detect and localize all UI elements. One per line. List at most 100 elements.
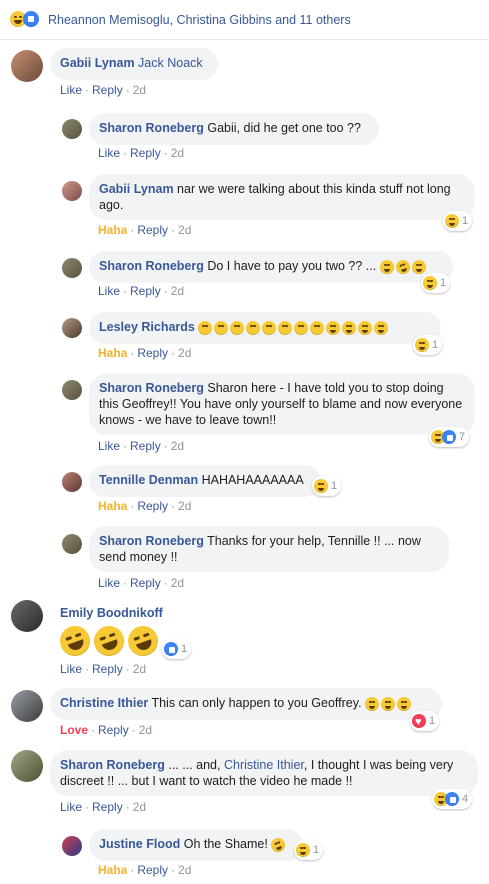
reaction-count-badge[interactable]: 1 [410,711,440,731]
haha-emoji-icon [374,320,389,335]
avatar[interactable] [62,258,82,278]
timestamp[interactable]: 2d [178,863,191,877]
comment-author[interactable]: Sharon Roneberg [60,758,165,772]
reaction-count-badge[interactable]: 1 [443,211,473,231]
reply-link[interactable]: Reply [92,800,123,814]
comment-author[interactable]: Tennille Denman [99,473,198,487]
reply-link[interactable]: Reply [137,863,168,877]
comment-actions: Love · Reply · 2d [60,723,153,737]
like-link[interactable]: Like [60,662,82,676]
tagged-name[interactable]: Christine Ithier [224,758,304,772]
comment-author[interactable]: Gabii Lynam [60,56,135,70]
haha-reaction-link[interactable]: Haha [98,223,127,237]
sad-emoji-icon [214,320,229,335]
haha-emoji-icon [358,320,373,335]
avatar[interactable] [11,600,43,632]
avatar[interactable] [11,50,43,82]
comment-bubble: Gabii Lynam nar we were talking about th… [89,174,475,220]
comment-actions: Like · Reply · 2d [60,662,147,676]
comment-actions: Haha · Reply · 2d [98,346,192,360]
haha-reaction-link[interactable]: Haha [98,863,127,877]
comment-author[interactable]: Sharon Roneberg [99,534,204,548]
haha-reaction-link[interactable]: Haha [98,499,127,513]
timestamp[interactable]: 2d [178,223,191,237]
comment-text: Do I have to pay you two ?? ... [207,259,377,273]
haha-emoji-icon [423,276,437,290]
comment-text: ... ... and, [168,758,221,772]
comment-author[interactable]: Emily Boodnikoff [60,606,163,620]
reaction-count-badge[interactable]: 1 [162,639,192,659]
timestamp[interactable]: 2d [133,800,146,814]
reply-link[interactable]: Reply [98,723,129,737]
haha-emoji-icon [397,696,412,711]
timestamp[interactable]: 2d [171,284,184,298]
reply-link[interactable]: Reply [130,284,161,298]
like-icon [445,792,459,806]
like-icon [23,11,39,27]
like-link[interactable]: Like [98,146,120,160]
haha-reaction-link[interactable]: Haha [98,346,127,360]
avatar[interactable] [11,750,43,782]
love-reaction-link[interactable]: Love [60,723,88,737]
timestamp[interactable]: 2d [133,662,146,676]
like-icon [442,430,456,444]
tagged-name[interactable]: Jack Noack [138,56,203,70]
comment-author[interactable]: Sharon Roneberg [99,259,204,273]
reply-link[interactable]: Reply [92,83,123,97]
like-link[interactable]: Like [98,439,120,453]
avatar[interactable] [62,318,82,338]
timestamp[interactable]: 2d [178,346,191,360]
comment-author[interactable]: Sharon Roneberg [99,121,204,135]
reply-link[interactable]: Reply [130,576,161,590]
reactions-summary[interactable]: Rheannon Memisoglu, Christina Gibbins an… [0,0,489,40]
haha-emoji-icon [445,214,459,228]
reaction-count-badge[interactable]: 1 [294,840,324,860]
timestamp[interactable]: 2d [139,723,152,737]
haha-emoji-icon [381,696,396,711]
haha-emoji-icon [379,259,394,274]
avatar[interactable] [11,690,43,722]
timestamp[interactable]: 2d [133,83,146,97]
comment-author[interactable]: Christine Ithier [60,696,148,710]
like-link[interactable]: Like [60,83,82,97]
reply-link[interactable]: Reply [137,223,168,237]
reaction-count-badge[interactable]: 4 [432,789,473,809]
avatar[interactable] [62,836,82,856]
haha-emoji-icon [411,259,426,274]
timestamp[interactable]: 2d [171,439,184,453]
haha-emoji-icon [314,479,328,493]
reactors-text[interactable]: Rheannon Memisoglu, Christina Gibbins an… [48,13,351,27]
avatar[interactable] [62,380,82,400]
reaction-count-badge[interactable]: 1 [421,273,451,293]
reaction-count-badge[interactable]: 1 [312,476,342,496]
emoji-group [365,696,412,711]
comment-author[interactable]: Justine Flood [99,837,180,851]
emoji-group [55,621,163,661]
sad-emoji-icon [278,320,293,335]
avatar[interactable] [62,534,82,554]
comment-text: Oh the Shame! [183,837,268,851]
reaction-count-badge[interactable]: 7 [429,427,470,447]
reply-link[interactable]: Reply [137,346,168,360]
comment-bubble: Justine Flood Oh the Shame! [89,829,303,861]
timestamp[interactable]: 2d [171,146,184,160]
reply-link[interactable]: Reply [130,146,161,160]
emoji-group [198,320,389,335]
avatar[interactable] [62,472,82,492]
comment-author[interactable]: Lesley Richards [99,320,195,334]
comment-author[interactable]: Sharon Roneberg [99,381,204,395]
avatar[interactable] [62,181,82,201]
comment-author[interactable]: Gabii Lynam [99,182,174,196]
reply-link[interactable]: Reply [137,499,168,513]
like-link[interactable]: Like [98,284,120,298]
timestamp[interactable]: 2d [178,499,191,513]
rofl-emoji-icon [55,621,95,661]
like-link[interactable]: Like [98,576,120,590]
reply-link[interactable]: Reply [92,662,123,676]
timestamp[interactable]: 2d [171,576,184,590]
like-link[interactable]: Like [60,800,82,814]
comment-actions: Haha · Reply · 2d [98,223,192,237]
reply-link[interactable]: Reply [130,439,161,453]
avatar[interactable] [62,119,82,139]
reaction-count-badge[interactable]: 1 [413,335,443,355]
